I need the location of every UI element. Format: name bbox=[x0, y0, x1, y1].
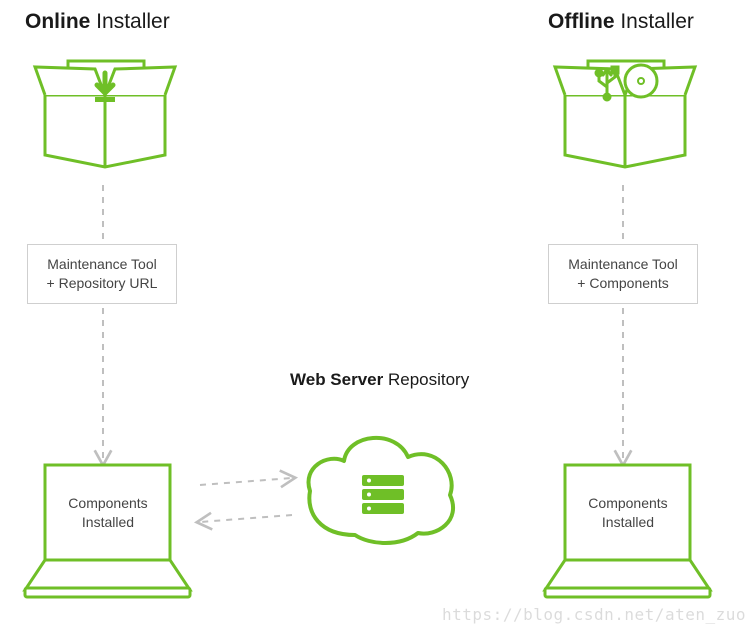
maintenance-url-box: Maintenance Tool + Repository URL bbox=[27, 244, 177, 304]
repo-heading: Web Server Repository bbox=[290, 370, 469, 390]
cloud-server-icon bbox=[309, 438, 454, 543]
watermark: https://blog.csdn.net/aten_zuo bbox=[442, 605, 746, 624]
laptop-right-label: Components Installed bbox=[578, 494, 678, 532]
maintenance-components-box: Maintenance Tool + Components bbox=[548, 244, 698, 304]
online-installer-icon bbox=[35, 61, 175, 167]
offline-installer-icon bbox=[555, 61, 695, 167]
laptop-left-label: Components Installed bbox=[58, 494, 158, 532]
online-heading: Online Installer bbox=[25, 10, 170, 34]
offline-heading: Offline Installer bbox=[548, 10, 694, 34]
